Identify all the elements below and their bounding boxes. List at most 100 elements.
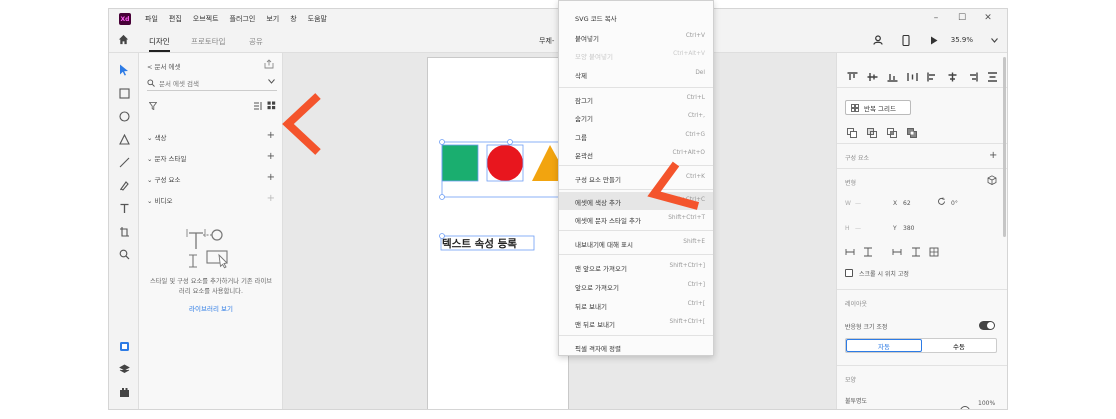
text-tool-icon[interactable] bbox=[117, 201, 131, 215]
menu-item-hide[interactable]: 숨기기 Ctrl+, bbox=[559, 108, 713, 126]
rectangle-tool-icon[interactable] bbox=[117, 86, 131, 100]
assets-back-link[interactable]: < 문서 에셋 bbox=[147, 61, 181, 71]
section-character-styles[interactable]: ⌄ 문자 스타일 + bbox=[147, 151, 275, 165]
repeat-grid-button[interactable]: 반복 그리드 bbox=[845, 100, 911, 115]
artboard[interactable]: 텍스트 속성 등록 bbox=[427, 57, 570, 409]
menu-file[interactable]: 파일 bbox=[145, 14, 158, 24]
menu-item-make-component[interactable]: 구성 요소 만들기 Ctrl+K bbox=[559, 169, 713, 187]
tab-share[interactable]: 공유 bbox=[249, 36, 263, 47]
section-video[interactable]: ⌄ 비디오 + bbox=[147, 193, 275, 207]
cube-icon[interactable] bbox=[987, 175, 997, 185]
tab-design[interactable]: 디자인 bbox=[149, 36, 170, 52]
select-tool-icon[interactable] bbox=[117, 63, 131, 77]
add-component-button[interactable]: + bbox=[267, 172, 275, 183]
menu-view[interactable]: 보기 bbox=[266, 14, 279, 24]
view-libraries-link[interactable]: 라이브러리 보기 bbox=[149, 303, 273, 313]
menu-help[interactable]: 도움말 bbox=[308, 14, 327, 24]
flip-and-resize-icons[interactable] bbox=[845, 247, 945, 257]
fix-scroll-checkbox[interactable] bbox=[845, 269, 853, 277]
mobile-preview-icon[interactable] bbox=[899, 34, 913, 46]
opacity-value[interactable]: 100% bbox=[978, 400, 995, 407]
menu-item-delete[interactable]: 삭제 Del bbox=[559, 65, 713, 83]
resize-auto-option[interactable]: 자동 bbox=[846, 339, 922, 352]
plugins-icon[interactable] bbox=[117, 385, 131, 399]
add-boolean-icon[interactable] bbox=[847, 123, 857, 138]
menu-item-paste-appearance[interactable]: 모양 붙여넣기 Ctrl+Alt+V bbox=[559, 46, 713, 64]
add-component-button[interactable]: + bbox=[989, 150, 997, 161]
polygon-tool-icon[interactable] bbox=[117, 132, 131, 146]
exclude-boolean-icon[interactable] bbox=[907, 123, 917, 138]
menu-item-group[interactable]: 그룹 Ctrl+G bbox=[559, 127, 713, 145]
menu-item-outline[interactable]: 윤곽선 Ctrl+Alt+O bbox=[559, 145, 713, 163]
canvas-text-element[interactable]: 텍스트 속성 등록 bbox=[442, 237, 517, 250]
artboard-tool-icon[interactable] bbox=[117, 224, 131, 238]
rotation-field[interactable]: 0° bbox=[951, 200, 958, 207]
red-circle[interactable] bbox=[487, 145, 523, 181]
menu-item-paste[interactable]: 붙여넣기 Ctrl+V bbox=[559, 28, 713, 46]
list-view-icon[interactable] bbox=[253, 101, 263, 111]
width-field[interactable]: — bbox=[855, 200, 861, 207]
menu-plugins[interactable]: 플러그인 bbox=[230, 14, 256, 24]
y-field[interactable]: 380 bbox=[903, 225, 914, 232]
responsive-resize-toggle[interactable] bbox=[979, 321, 995, 330]
align-left-icon[interactable] bbox=[927, 67, 938, 82]
section-colors[interactable]: ⌄ 색상 + bbox=[147, 130, 275, 144]
selection-handle[interactable] bbox=[439, 139, 445, 145]
distribute-horizontal-icon[interactable] bbox=[987, 67, 998, 82]
height-field[interactable]: — bbox=[855, 225, 861, 232]
zoom-tool-icon[interactable] bbox=[117, 247, 131, 261]
align-middle-icon[interactable] bbox=[867, 67, 878, 81]
panel-scrollbar[interactable] bbox=[1003, 57, 1006, 237]
ellipse-tool-icon[interactable] bbox=[117, 109, 131, 123]
chevron-down-icon[interactable] bbox=[987, 34, 1001, 46]
play-icon[interactable] bbox=[927, 34, 941, 46]
green-square[interactable] bbox=[442, 145, 478, 181]
export-icon[interactable] bbox=[264, 59, 274, 69]
align-bottom-icon[interactable] bbox=[887, 67, 898, 82]
align-top-icon[interactable] bbox=[847, 67, 858, 80]
selection-handle[interactable] bbox=[507, 139, 513, 145]
menu-item-lock[interactable]: 잠그기 Ctrl+L bbox=[559, 90, 713, 108]
add-character-style-button[interactable]: + bbox=[267, 151, 275, 162]
line-tool-icon[interactable] bbox=[117, 155, 131, 169]
grid-view-icon[interactable] bbox=[267, 101, 276, 110]
x-field[interactable]: 62 bbox=[903, 200, 911, 207]
user-icon[interactable] bbox=[871, 34, 885, 46]
menu-item-bring-forward[interactable]: 앞으로 가져오기 Ctrl+] bbox=[559, 277, 713, 295]
menu-edit[interactable]: 편집 bbox=[169, 14, 182, 24]
add-color-button[interactable]: + bbox=[267, 130, 275, 141]
section-components[interactable]: ⌄ 구성 요소 + bbox=[147, 172, 275, 186]
menu-item-add-character-style-to-assets[interactable]: 에셋에 문자 스타일 추가 Shift+Ctrl+T bbox=[559, 210, 713, 228]
menu-item-send-backward[interactable]: 뒤로 보내기 Ctrl+[ bbox=[559, 296, 713, 314]
menu-item-bring-to-front[interactable]: 맨 앞으로 가져오기 Shift+Ctrl+] bbox=[559, 258, 713, 276]
selection-handle[interactable] bbox=[439, 194, 445, 200]
subtract-boolean-icon[interactable] bbox=[867, 123, 877, 138]
resize-manual-option[interactable]: 수동 bbox=[922, 339, 996, 352]
intersect-boolean-icon[interactable] bbox=[887, 123, 897, 138]
rotate-icon bbox=[938, 197, 945, 205]
layers-icon[interactable] bbox=[117, 362, 131, 376]
opacity-slider-handle[interactable] bbox=[960, 406, 970, 409]
zoom-level[interactable]: 35.9% bbox=[951, 36, 973, 44]
menu-item-align-to-pixel-grid[interactable]: 픽셀 격자에 정렬 bbox=[559, 338, 713, 356]
align-right-icon[interactable] bbox=[967, 67, 978, 82]
pen-tool-icon[interactable] bbox=[117, 178, 131, 192]
assets-icon[interactable] bbox=[117, 339, 131, 353]
search-input[interactable] bbox=[159, 78, 259, 89]
menu-item-copy-svg[interactable]: SVG 코드 복사 bbox=[559, 8, 713, 26]
menu-item-mark-for-export[interactable]: 내보내기에 대해 표시 Shift+E bbox=[559, 234, 713, 252]
menu-object[interactable]: 오브젝트 bbox=[193, 14, 219, 24]
add-video-button[interactable]: + bbox=[267, 193, 275, 204]
close-button[interactable]: ✕ bbox=[975, 13, 1001, 23]
tab-prototype[interactable]: 프로토타입 bbox=[191, 36, 226, 47]
align-center-icon[interactable] bbox=[947, 67, 958, 82]
filter-icon[interactable] bbox=[149, 102, 157, 110]
menu-item-send-to-back[interactable]: 맨 뒤로 보내기 Shift+Ctrl+[ bbox=[559, 314, 713, 332]
menu-item-add-color-to-assets[interactable]: 에셋에 색상 추가 Shift+Ctrl+C bbox=[559, 192, 713, 210]
distribute-vertical-icon[interactable] bbox=[907, 67, 918, 81]
minimize-button[interactable]: – bbox=[923, 13, 949, 23]
menu-window[interactable]: 창 bbox=[290, 14, 296, 24]
maximize-button[interactable]: ☐ bbox=[949, 13, 975, 23]
home-icon[interactable] bbox=[118, 34, 129, 45]
chevron-down-icon[interactable] bbox=[268, 79, 275, 84]
